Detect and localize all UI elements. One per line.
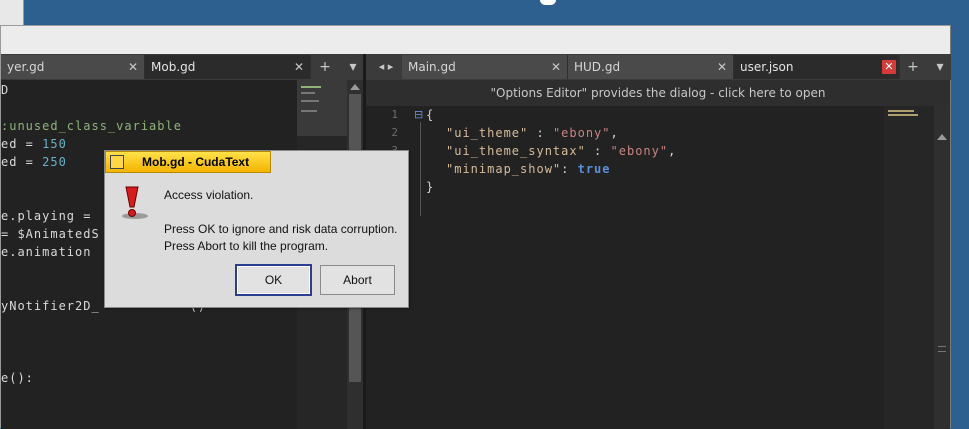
code-line: } (426, 180, 435, 194)
tab-nav-arrows[interactable]: ◂ ▸ (372, 54, 400, 80)
tab-label: yer.gd (7, 60, 45, 74)
tab-label: Mob.gd (151, 60, 196, 74)
error-detail: Press Abort to kill the program. (164, 239, 329, 253)
code-line: e.animation (1, 245, 92, 259)
add-tab-button[interactable]: + (315, 54, 335, 80)
close-icon[interactable]: ✕ (717, 55, 727, 79)
add-tab-button[interactable]: + (903, 54, 923, 80)
code-line: "ui_theme" : "ebony", (446, 126, 619, 140)
error-message: Access violation. (164, 188, 254, 202)
close-icon[interactable]: ✕ (128, 55, 138, 79)
tab-user-json[interactable]: user.json ✕ (734, 55, 900, 79)
code-line: e(): (1, 371, 34, 385)
minimap-viewport[interactable] (297, 80, 347, 136)
fold-marker-icon[interactable]: ⊟ (414, 106, 423, 124)
code-line: e.playing = (1, 209, 100, 223)
tab-hud-gd[interactable]: HUD.gd ✕ (568, 55, 734, 79)
minimap-lines (888, 114, 918, 116)
dialog-title: Mob.gd - CudaText (142, 155, 250, 169)
error-dialog: Mob.gd - CudaText Access violation. Pres… (104, 150, 409, 308)
right-minimap[interactable] (884, 106, 934, 429)
abort-button[interactable]: Abort (320, 265, 395, 295)
left-tab-bar: yer.gd ✕ Mob.gd ✕ + ▾ (1, 54, 365, 80)
exclamation-icon (117, 185, 151, 221)
tab-label: HUD.gd (574, 60, 621, 74)
minimap-lines (301, 86, 321, 88)
background-window-fragment (0, 0, 24, 25)
tab-label: Main.gd (408, 60, 456, 74)
cursor-shape (540, 0, 556, 5)
ok-button[interactable]: OK (235, 264, 312, 296)
tab-menu-button[interactable]: ▾ (930, 54, 950, 80)
code-line: ed = 250 (1, 155, 67, 169)
close-icon[interactable]: ✕ (551, 55, 561, 79)
scroll-up-arrow[interactable] (937, 134, 947, 140)
options-editor-info-bar[interactable]: "Options Editor" provides the dialog - c… (366, 80, 950, 106)
tab-label: user.json (740, 60, 794, 74)
minimap-lines (301, 100, 319, 102)
close-icon[interactable]: ✕ (882, 60, 896, 74)
code-line: "minimap_show": true (446, 162, 611, 176)
code-line: "ui_theme_syntax" : "ebony", (446, 144, 677, 158)
error-detail: Press OK to ignore and risk data corrupt… (164, 222, 398, 236)
tab-main-gd[interactable]: Main.gd ✕ (402, 55, 568, 79)
dialog-title-bar[interactable]: Mob.gd - CudaText (105, 151, 271, 173)
line-number: 1 (391, 108, 398, 121)
code-line: { (426, 108, 435, 122)
right-editor[interactable]: 1 2 3 4 ⊟ { "ui_theme" : "ebony", "ui_th… (366, 106, 884, 429)
right-tab-bar: ◂ ▸ Main.gd ✕ HUD.gd ✕ user.json ✕ + ▾ (366, 54, 951, 80)
minimap-lines (301, 110, 317, 112)
close-icon[interactable]: ✕ (294, 55, 304, 79)
scroll-grip[interactable] (938, 346, 946, 352)
right-scrollbar[interactable] (934, 106, 950, 429)
scroll-up-arrow[interactable] (350, 84, 360, 90)
fold-line (420, 122, 421, 216)
code-line: :unused_class_variable (1, 119, 182, 133)
minimap-lines (888, 110, 914, 112)
line-number: 2 (391, 126, 398, 139)
minimap-lines (301, 92, 315, 94)
tab-player-gd[interactable]: yer.gd ✕ (1, 55, 145, 79)
code-line: D (1, 83, 10, 97)
tab-mob-gd[interactable]: Mob.gd ✕ (145, 55, 311, 79)
code-line: = $AnimatedS (1, 227, 100, 241)
tab-menu-button[interactable]: ▾ (343, 54, 363, 80)
code-line: ed = 150 (1, 137, 67, 151)
window-icon (110, 155, 124, 169)
